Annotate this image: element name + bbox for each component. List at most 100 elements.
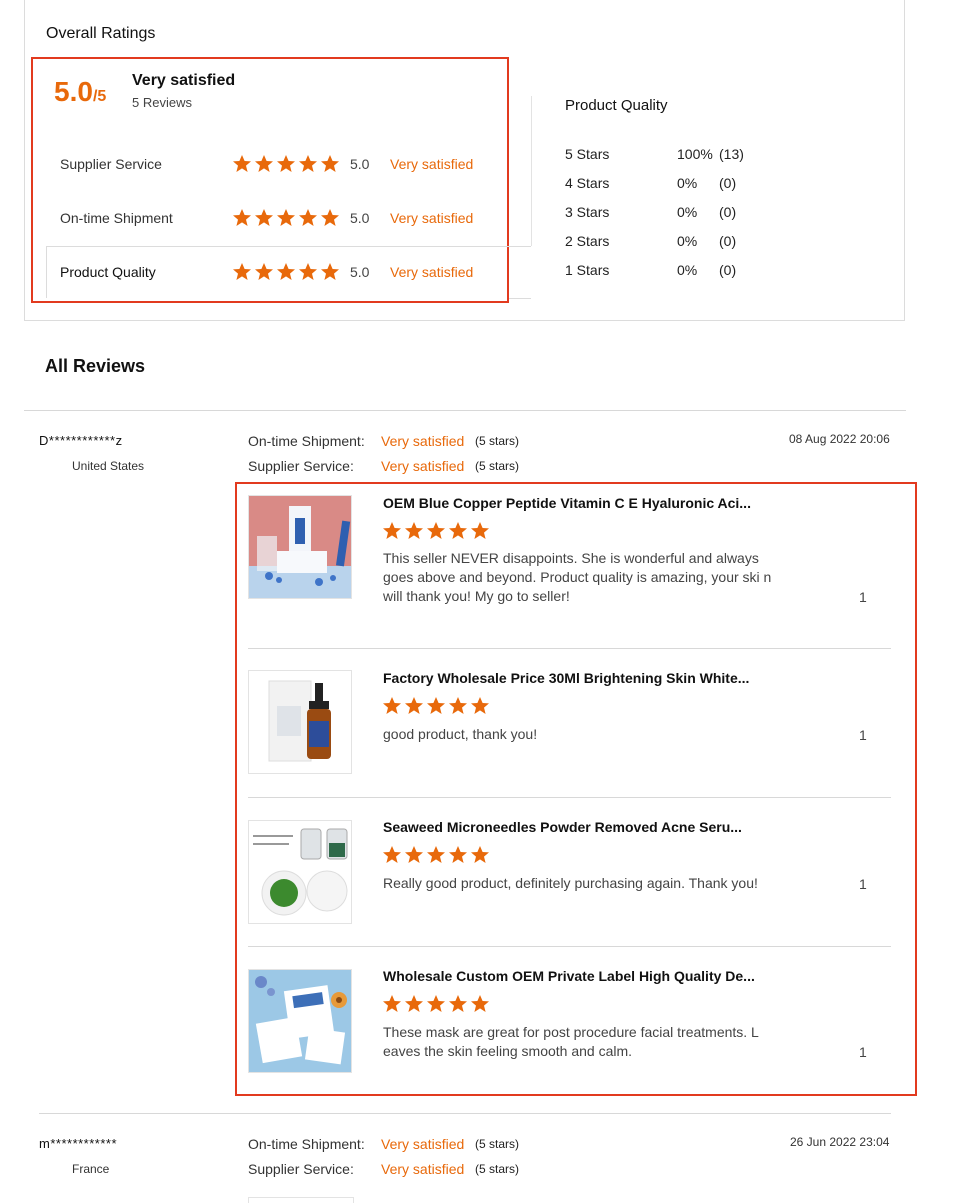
- reviewer-name: m************: [39, 1136, 118, 1151]
- product-title-link[interactable]: Seaweed Microneedles Powder Removed Acne…: [383, 819, 742, 835]
- item-stars: [382, 521, 490, 540]
- star-icon: [320, 262, 340, 281]
- review-text: This seller NEVER disappoints. She is wo…: [383, 550, 772, 604]
- star-icon: [448, 521, 468, 540]
- star-icon: [448, 696, 468, 715]
- review-text: Really good product, definitely purchasi…: [383, 875, 758, 891]
- item-divider: [248, 648, 891, 649]
- reviewer-country: United States: [72, 459, 145, 473]
- star-icon: [448, 845, 468, 864]
- product-thumbnail[interactable]: [248, 495, 352, 599]
- star-icon: [254, 154, 274, 173]
- pq-row-percent: 100%: [677, 146, 713, 162]
- product-thumbnail[interactable]: [248, 1197, 354, 1203]
- star-icon: [276, 154, 296, 173]
- metric-stars-product-quality: [232, 262, 340, 281]
- metric-stars-on-time-shipment: [232, 208, 340, 227]
- metric-sentiment-supplier-service: Very satisfied: [390, 156, 474, 172]
- overall-score-value: 5.0: [54, 76, 93, 107]
- pq-row-count: (0): [719, 204, 737, 220]
- dropper-bottle-image: [249, 671, 351, 773]
- reviewer-name: D************z: [39, 433, 123, 448]
- star-icon: [320, 154, 340, 173]
- summary-divider: [46, 246, 531, 247]
- item-stars: [382, 696, 490, 715]
- product-title-link[interactable]: Wholesale Custom OEM Private Label High …: [383, 968, 755, 984]
- pq-row-count: (13): [719, 146, 744, 162]
- pq-row-count: (0): [719, 175, 737, 191]
- star-icon: [404, 845, 424, 864]
- star-icon: [426, 696, 446, 715]
- overall-review-count: 5 Reviews: [132, 95, 192, 110]
- summary-divider-bottom: [509, 298, 531, 299]
- shipment-value: Very satisfied: [381, 433, 465, 449]
- star-icon: [426, 845, 446, 864]
- reviewer-divider: [39, 1113, 891, 1114]
- star-icon: [298, 154, 318, 173]
- product-thumbnail[interactable]: [248, 969, 352, 1073]
- metric-label-on-time-shipment: On-time Shipment: [60, 210, 173, 226]
- service-label: Supplier Service:: [248, 458, 354, 474]
- service-value: Very satisfied: [381, 1161, 465, 1177]
- pq-row-percent: 0%: [677, 262, 698, 278]
- product-title-link[interactable]: OEM Blue Copper Peptide Vitamin C E Hyal…: [383, 495, 751, 511]
- shipment-stars: (5 stars): [475, 1137, 520, 1151]
- star-icon: [254, 208, 274, 227]
- metric-value-product-quality: 5.0: [350, 264, 370, 280]
- review-text: These mask are great for post procedure …: [383, 1024, 759, 1059]
- pq-row-label: 1 Stars: [565, 262, 610, 278]
- overall-summary-label: Very satisfied: [132, 72, 236, 89]
- serum-bottles-image: [249, 496, 351, 598]
- product-thumbnail[interactable]: [248, 670, 352, 774]
- overall-score-suffix: /5: [92, 88, 107, 105]
- pq-row-label: 4 Stars: [565, 175, 610, 191]
- helpful-count[interactable]: 1: [859, 589, 867, 605]
- star-icon: [298, 208, 318, 227]
- summary-divider-left: [46, 246, 47, 298]
- shipment-value: Very satisfied: [381, 1136, 465, 1152]
- star-icon: [382, 696, 402, 715]
- pq-row-count: (0): [719, 262, 737, 278]
- star-icon: [448, 994, 468, 1013]
- star-icon: [320, 208, 340, 227]
- service-label: Supplier Service:: [248, 1161, 354, 1177]
- seaweed-powder-image: [249, 821, 351, 923]
- reviews-top-divider: [24, 410, 906, 411]
- star-icon: [254, 262, 274, 281]
- metric-stars-supplier-service: [232, 154, 340, 173]
- item-divider: [248, 797, 891, 798]
- metric-sentiment-on-time-shipment: Very satisfied: [390, 210, 474, 226]
- all-reviews-heading: All Reviews: [45, 356, 146, 376]
- pq-row-label: 2 Stars: [565, 233, 610, 249]
- star-icon: [382, 994, 402, 1013]
- star-icon: [382, 845, 402, 864]
- product-title-link[interactable]: Factory Wholesale Price 30Ml Brightening…: [383, 670, 749, 686]
- shipment-label: On-time Shipment:: [248, 433, 365, 449]
- metric-value-on-time-shipment: 5.0: [350, 210, 370, 226]
- star-icon: [404, 696, 424, 715]
- star-icon: [382, 521, 402, 540]
- pq-row-percent: 0%: [677, 233, 698, 249]
- metric-label-product-quality[interactable]: Product Quality: [60, 264, 156, 280]
- helpful-count[interactable]: 1: [859, 727, 867, 743]
- star-icon: [298, 262, 318, 281]
- review-text: good product, thank you!: [383, 726, 538, 742]
- item-stars: [382, 994, 490, 1013]
- metric-label-supplier-service: Supplier Service: [60, 156, 162, 172]
- star-icon: [232, 208, 252, 227]
- metric-value-supplier-service: 5.0: [350, 156, 370, 172]
- pq-row-percent: 0%: [677, 175, 698, 191]
- helpful-count[interactable]: 1: [859, 876, 867, 892]
- reviewer-country: France: [72, 1162, 110, 1176]
- star-icon: [470, 845, 490, 864]
- star-icon: [232, 262, 252, 281]
- star-icon: [470, 521, 490, 540]
- star-icon: [426, 521, 446, 540]
- shipment-label: On-time Shipment:: [248, 1136, 365, 1152]
- product-thumbnail[interactable]: [248, 820, 352, 924]
- star-icon: [404, 521, 424, 540]
- star-icon: [470, 994, 490, 1013]
- helpful-count[interactable]: 1: [859, 1044, 867, 1060]
- star-icon: [404, 994, 424, 1013]
- metric-sentiment-product-quality: Very satisfied: [390, 264, 474, 280]
